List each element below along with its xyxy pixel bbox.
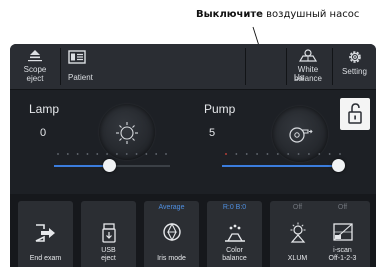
setting-label: Setting bbox=[342, 67, 367, 76]
callout-rest: воздушный насос bbox=[262, 9, 360, 20]
iris-icon bbox=[163, 222, 181, 242]
callout-bold: Выключите bbox=[196, 9, 263, 20]
slider-tick bbox=[116, 153, 118, 155]
usb-eject-text-2: eject bbox=[101, 255, 116, 262]
iscan-label: i-scan Off-1-2-3 bbox=[315, 247, 370, 263]
color-balance-state: R:0 B:0 bbox=[222, 204, 247, 211]
iris-mode-text: Iris mode bbox=[157, 255, 186, 262]
iscan-text-1: i-scan bbox=[333, 247, 352, 254]
bottom-toolbar: End exam USB eject Average Iris mode R:0 … bbox=[10, 194, 376, 267]
slider-tick bbox=[57, 153, 59, 155]
callout-text: Выключите воздушный насос bbox=[196, 9, 359, 20]
patient-button[interactable]: Patient bbox=[65, 44, 245, 89]
lock-open-icon bbox=[348, 103, 362, 124]
pump-value: 5 bbox=[209, 127, 216, 139]
slider-tick bbox=[155, 153, 158, 155]
slider-tick bbox=[308, 153, 310, 155]
pump-slider-ticks bbox=[225, 153, 341, 155]
white-balance-label-1: White bbox=[297, 65, 319, 74]
white-balance-button[interactable]: White balance bbox=[288, 44, 328, 89]
device-screen: Scope eject Patient Us White balance Set… bbox=[10, 44, 376, 267]
slider-tick bbox=[106, 153, 108, 155]
color-balance-label: Color balance bbox=[207, 247, 262, 263]
slider-tick bbox=[125, 153, 128, 155]
slider-tick bbox=[297, 153, 300, 155]
color-balance-button[interactable]: R:0 B:0 Color balance bbox=[207, 201, 262, 267]
slider-tick bbox=[245, 153, 248, 155]
color-balance-text-1: Color bbox=[226, 247, 243, 254]
slider-tick bbox=[66, 153, 69, 155]
iscan-icon bbox=[333, 223, 353, 241]
end-exam-text: End exam bbox=[29, 255, 62, 262]
slider-tick bbox=[287, 153, 290, 155]
lamp-label: Lamp bbox=[29, 102, 60, 116]
end-exam-button[interactable]: End exam bbox=[18, 201, 73, 267]
iscan-state: Off bbox=[337, 204, 348, 211]
usb-eject-text-1: USB bbox=[101, 247, 116, 254]
lamp-slider-handle[interactable] bbox=[103, 159, 116, 172]
slider-tick bbox=[165, 153, 167, 155]
lamp-slider[interactable] bbox=[54, 150, 170, 174]
end-exam-label: End exam bbox=[18, 255, 73, 263]
pump-slider-fill bbox=[222, 165, 338, 167]
slider-tick bbox=[318, 153, 321, 155]
scope-eject-label-2: eject bbox=[26, 74, 44, 83]
pump-label: Pump bbox=[204, 102, 236, 116]
white-balance-label-2: balance bbox=[293, 74, 323, 83]
divider bbox=[60, 48, 61, 85]
iris-mode-button[interactable]: Average Iris mode bbox=[144, 201, 199, 267]
divider bbox=[245, 48, 246, 85]
slider-tick bbox=[86, 153, 89, 155]
slider-tick bbox=[145, 153, 148, 155]
color-balance-icon bbox=[225, 224, 245, 242]
exit-icon bbox=[35, 224, 55, 242]
callout-annotation: Выключите воздушный насос bbox=[0, 0, 381, 44]
iscan-text-2: Off-1-2-3 bbox=[328, 255, 357, 262]
xlum-icon bbox=[290, 222, 306, 243]
scope-eject-label-1: Scope bbox=[23, 65, 47, 74]
slider-tick bbox=[339, 153, 341, 155]
scope-eject-button[interactable]: Scope eject bbox=[10, 44, 60, 89]
slider-tick bbox=[256, 153, 258, 155]
slider-tick bbox=[235, 153, 238, 155]
iscan-button[interactable]: Off i-scan Off-1-2-3 bbox=[315, 201, 370, 267]
slider-tick bbox=[225, 153, 227, 155]
pump-slider-handle[interactable] bbox=[332, 159, 345, 172]
slider-tick bbox=[328, 153, 331, 155]
patient-label: Patient bbox=[68, 73, 93, 82]
gear-icon bbox=[348, 51, 361, 63]
slider-tick bbox=[96, 153, 99, 155]
lamp-value: 0 bbox=[40, 127, 47, 139]
lamp-slider-fill bbox=[54, 165, 109, 167]
slider-tick bbox=[276, 153, 279, 155]
iris-mode-state: Average bbox=[158, 204, 185, 211]
usb-icon bbox=[102, 223, 116, 243]
iris-mode-label: Iris mode bbox=[144, 255, 199, 263]
slider-tick bbox=[76, 153, 79, 155]
white-balance-icon bbox=[298, 49, 318, 62]
scope-eject-icon bbox=[28, 50, 42, 62]
top-bar: Scope eject Patient Us White balance Set… bbox=[10, 44, 376, 90]
divider bbox=[286, 48, 287, 85]
color-balance-text-2: balance bbox=[222, 255, 247, 262]
patient-card-icon bbox=[68, 50, 86, 64]
setting-button[interactable]: Setting bbox=[333, 44, 376, 89]
lock-button[interactable] bbox=[340, 98, 370, 130]
xlum-text: XLUM bbox=[287, 255, 308, 262]
slider-tick bbox=[135, 153, 138, 155]
usb-eject-button[interactable]: USB eject bbox=[81, 201, 136, 267]
slider-tick bbox=[266, 153, 269, 155]
pump-slider[interactable] bbox=[222, 150, 345, 174]
usb-eject-label: USB eject bbox=[81, 247, 136, 263]
